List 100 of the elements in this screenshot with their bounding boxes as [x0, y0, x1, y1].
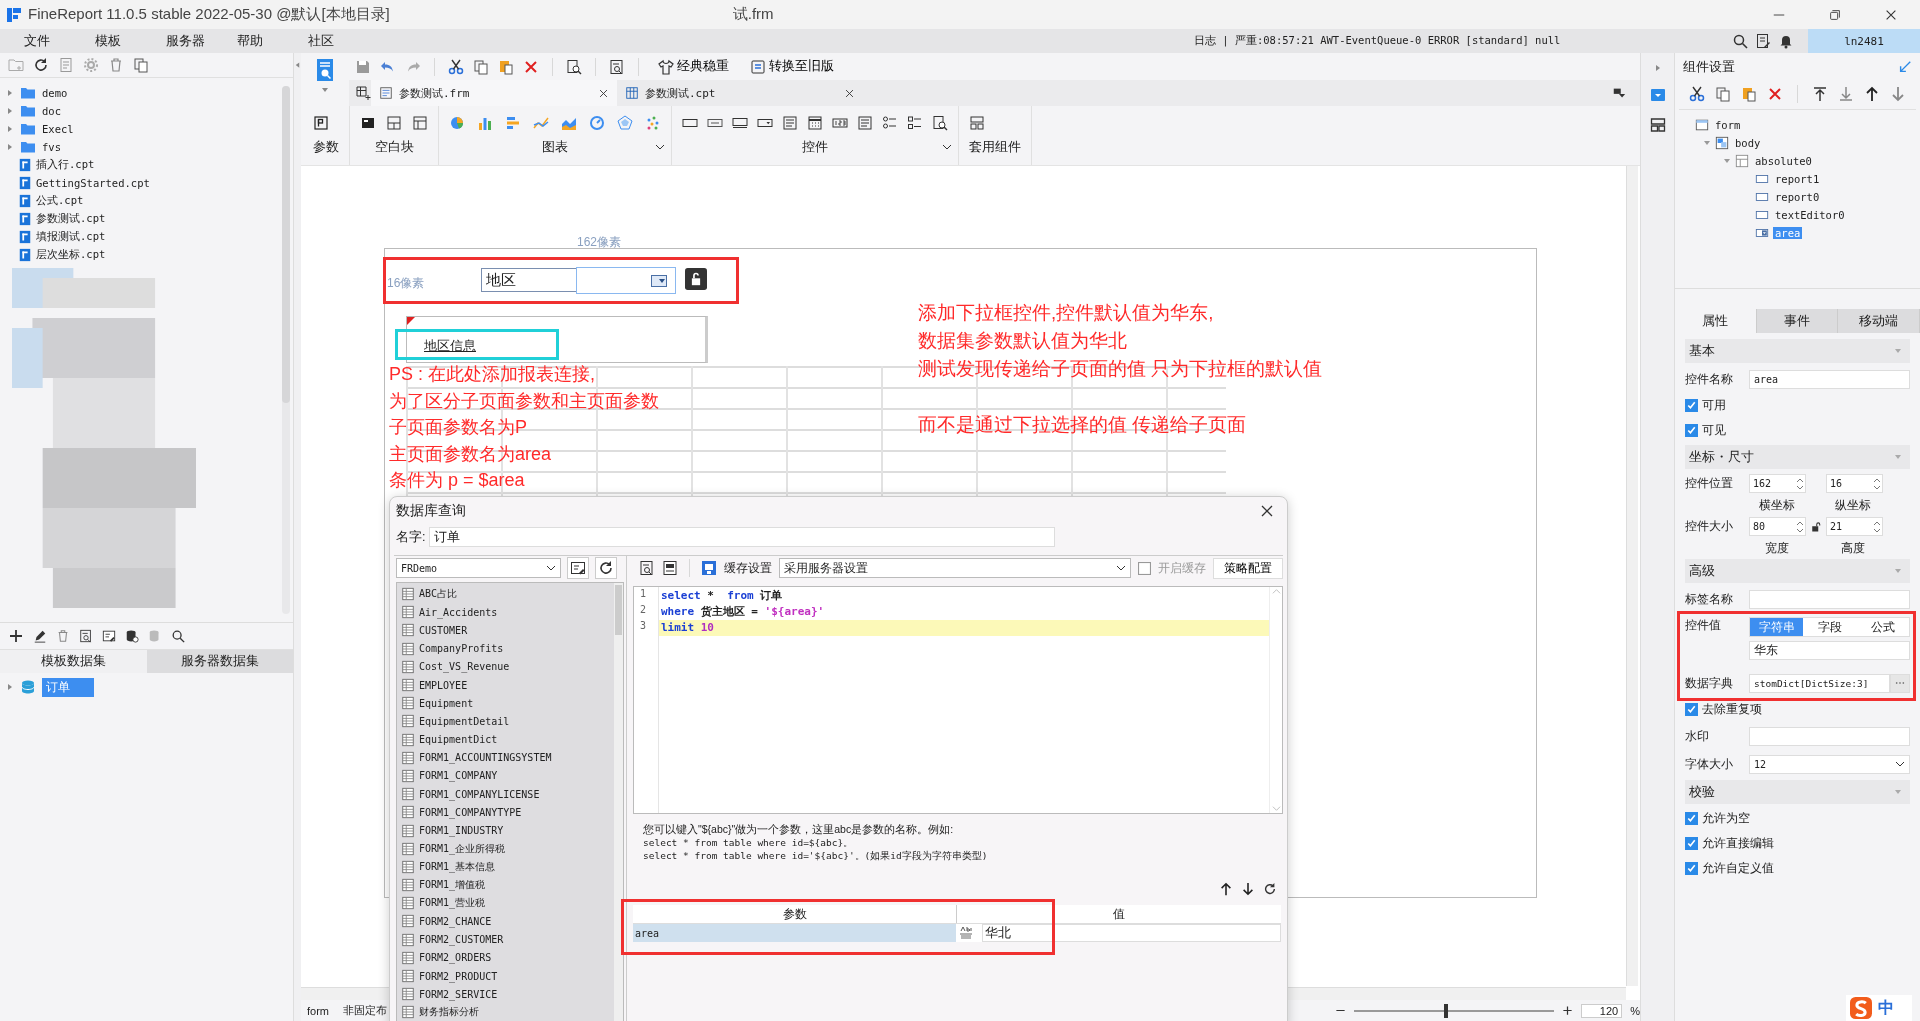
expand-arrow-icon[interactable]	[6, 125, 14, 133]
preview-icon[interactable]	[639, 560, 655, 576]
notes-icon[interactable]	[1755, 33, 1771, 49]
unlock-icon[interactable]	[1810, 520, 1822, 533]
bell-icon[interactable]	[1778, 33, 1794, 49]
cut-icon[interactable]	[448, 58, 464, 75]
component-tree-item[interactable]: absolute0	[1753, 155, 1814, 167]
toolbar-button[interactable]: 经典稳重	[652, 58, 735, 75]
name-field[interactable]: area	[1749, 369, 1910, 389]
table-item[interactable]: FORM1_企业所得税	[419, 841, 506, 856]
component-tree-item[interactable]: form	[1713, 119, 1743, 131]
connection-select[interactable]: FRDemo	[396, 558, 561, 578]
dataset-tab[interactable]: 服务器数据集	[146, 650, 293, 673]
section-header[interactable]: 坐标・尺寸	[1685, 445, 1910, 469]
layout-icon[interactable]	[1649, 117, 1666, 133]
file-tree-item[interactable]: 填报测试.cpt	[36, 230, 106, 244]
table-item[interactable]: FORM1_INDUSTRY	[419, 825, 504, 837]
move-to-top-icon[interactable]	[1812, 86, 1828, 102]
spinner-field[interactable]: 162	[1749, 474, 1806, 493]
caret-icon[interactable]	[942, 142, 952, 152]
caret-icon[interactable]	[1116, 563, 1126, 573]
pie-chart-icon[interactable]	[449, 115, 465, 131]
refresh-icon[interactable]	[33, 57, 49, 73]
zoom-in-icon[interactable]	[1562, 1005, 1574, 1016]
collapse-arrow-icon[interactable]	[1898, 60, 1912, 74]
copy-icon[interactable]	[133, 57, 149, 73]
table-item[interactable]: FORM1_COMPANYLICENSE	[419, 788, 540, 800]
table-item[interactable]: CUSTOMER	[419, 624, 468, 636]
expand-arrow-icon[interactable]	[6, 683, 14, 691]
template-icon[interactable]	[969, 115, 985, 131]
table-item[interactable]: Air_Accidents	[419, 606, 498, 618]
table-item[interactable]: 财务指标分析	[419, 1005, 479, 1020]
table-item[interactable]: Cost_VS_Revenue	[419, 661, 510, 673]
component-tree-item[interactable]: textEditor0	[1773, 209, 1847, 221]
move-up-icon[interactable]	[1219, 882, 1233, 896]
section-header[interactable]: 高级	[1685, 559, 1910, 583]
checkbox[interactable]	[1685, 812, 1698, 825]
component-tree-item[interactable]: report0	[1773, 191, 1822, 203]
zoom-field[interactable]: 120	[1581, 1003, 1623, 1018]
table-item[interactable]: EquipmentDict	[419, 734, 498, 746]
checkbox[interactable]	[1685, 837, 1698, 850]
sql-file-icon[interactable]	[662, 560, 678, 576]
delete-icon[interactable]	[56, 629, 70, 643]
database-icon[interactable]	[125, 629, 139, 643]
line-chart-icon[interactable]	[533, 115, 549, 131]
table-item[interactable]: FORM2_ORDERS	[419, 952, 492, 964]
data-dictionary-field[interactable]: stomDict[DictSize:3]	[1749, 673, 1890, 693]
table-item[interactable]: CompanyProfits	[419, 643, 504, 655]
user-account[interactable]: ln2481	[1808, 29, 1920, 53]
search-icon[interactable]	[1732, 33, 1748, 49]
menu-item[interactable]: 文件	[24, 32, 83, 50]
table-item[interactable]: FORM1_增值税	[419, 878, 486, 893]
spinner-field[interactable]: 21	[1826, 517, 1883, 536]
edit-dataset-icon[interactable]	[102, 629, 116, 643]
document-icon[interactable]	[58, 57, 74, 73]
table-item[interactable]: FORM2_SERVICE	[419, 988, 498, 1000]
document-search-icon[interactable]	[566, 58, 582, 75]
refresh-icon[interactable]	[595, 557, 617, 579]
vertical-scrollbar[interactable]	[614, 583, 623, 1021]
table-item[interactable]: FORM1_COMPANYTYPE	[419, 806, 522, 818]
value-field[interactable]: 华东	[1749, 641, 1910, 660]
table-item[interactable]: FORM1_COMPANY	[419, 770, 498, 782]
text-area-icon[interactable]	[857, 115, 873, 131]
maximize-icon[interactable]	[1828, 7, 1842, 22]
tree-toggle-icon[interactable]	[1723, 157, 1731, 165]
property-tab[interactable]: 事件	[1756, 309, 1839, 333]
move-to-bottom-icon[interactable]	[1838, 86, 1854, 102]
checkbox[interactable]	[1138, 561, 1151, 575]
value-field[interactable]: 华北	[982, 924, 1281, 942]
template-document-icon[interactable]	[315, 58, 335, 82]
grid-layout-icon[interactable]	[412, 115, 428, 131]
checkbox[interactable]	[1685, 862, 1698, 875]
split-layout-icon[interactable]	[386, 115, 402, 131]
edit-icon[interactable]	[33, 629, 47, 643]
label-widget[interactable]: 地区	[481, 268, 577, 292]
spinner-field[interactable]: 16	[1826, 474, 1883, 493]
caret-icon[interactable]	[1895, 759, 1905, 769]
file-tree-item[interactable]: 层次坐标.cpt	[36, 248, 106, 262]
vertical-scrollbar[interactable]	[1626, 166, 1638, 986]
menu-item[interactable]: 模板	[95, 32, 154, 50]
scatter-plot-icon[interactable]	[645, 115, 661, 131]
toolbar-button[interactable]: 转换至旧版	[744, 58, 840, 75]
caret-icon[interactable]	[546, 563, 556, 573]
string-type-icon[interactable]	[958, 925, 974, 941]
checkbox[interactable]	[1685, 703, 1698, 716]
radar-chart-icon[interactable]	[617, 115, 633, 131]
table-item[interactable]: Equipment	[419, 697, 474, 709]
checkbox[interactable]	[1685, 399, 1698, 412]
table-item[interactable]: FORM2_PRODUCT	[419, 970, 498, 982]
paste-icon[interactable]	[1741, 86, 1757, 102]
watermark-field[interactable]	[1749, 726, 1910, 746]
file-tree-item[interactable]: 参数测试.cpt	[36, 212, 106, 226]
file-tree-item[interactable]: GettingStarted.cpt	[36, 177, 150, 189]
file-tree-item[interactable]: Execl	[42, 123, 74, 135]
new-grid-icon[interactable]	[355, 85, 371, 101]
menu-item[interactable]: 帮助	[237, 32, 296, 50]
expand-arrow-icon[interactable]	[6, 107, 14, 115]
save-icon[interactable]	[355, 58, 371, 75]
document-tab[interactable]: 参数测试.frm	[371, 80, 617, 106]
delete-icon[interactable]	[1767, 86, 1783, 102]
